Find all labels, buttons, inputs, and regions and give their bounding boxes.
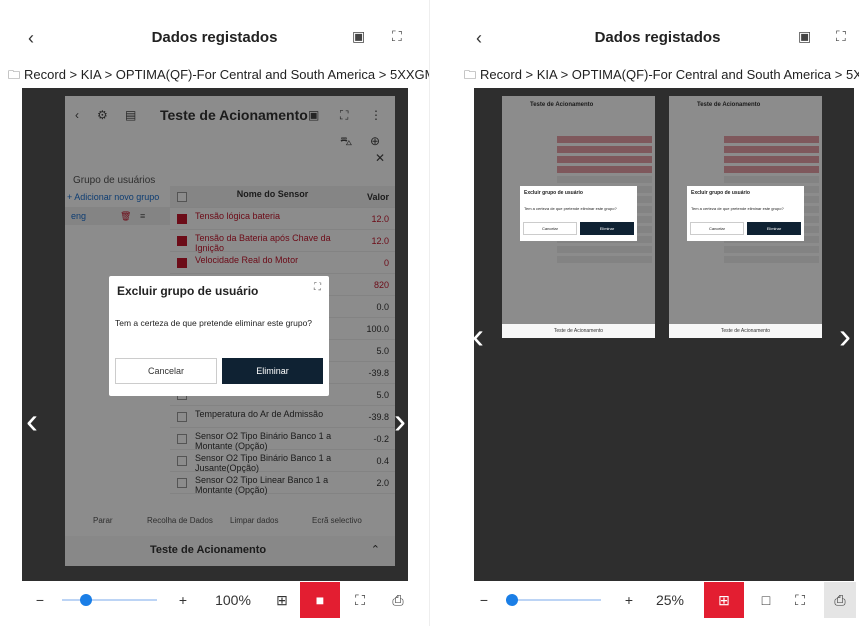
fullscreen-icon[interactable]: ⛶ [836, 28, 846, 45]
zoom-out-button[interactable]: − [474, 582, 494, 618]
thumbnail-footer: Teste de Acionamento [502, 324, 655, 338]
cancel-button[interactable]: Cancelar [115, 358, 217, 384]
image-view-icon[interactable]: ⛶ [786, 582, 814, 618]
thumbnail-cancel: Cancelar [690, 222, 744, 235]
confirm-delete-button[interactable]: Eliminar [222, 358, 323, 384]
breadcrumb: 🗀 Record > KIA > OPTIMA(QF)-For Central a… [456, 62, 859, 88]
report-icon[interactable]: ▣ [352, 28, 365, 45]
preview-stage: ‹ › Teste de Acionamento Excluir grupo d… [472, 88, 854, 581]
next-arrow-icon[interactable]: › [394, 403, 406, 439]
folder-icon: 🗀 [8, 68, 21, 82]
next-arrow-icon[interactable]: › [839, 318, 851, 354]
page-thumbnail-1[interactable]: Teste de Acionamento Excluir grupo de us… [502, 96, 655, 338]
page-preview: ‹ ⚙ ▤ Teste de Acionamento ▣ ⛶ ⋮ ⛍ ⊕ Gru… [65, 96, 395, 566]
thumbnail-dialog-message: Tem a certeza de que pretende eliminar e… [524, 206, 617, 211]
bottom-toolbar: − + 100% ⊞ ■ ⛶ ⎙ [0, 582, 429, 618]
thumbnail-dialog-title: Excluir grupo de usuário [691, 190, 750, 196]
right-panel: ‹ Dados registados ▣ ⛶ 🗀 Record > KIA > O… [456, 0, 859, 626]
zoom-slider[interactable] [62, 599, 157, 601]
zoom-slider-knob[interactable] [506, 594, 518, 606]
zoom-level: 25% [655, 592, 685, 608]
single-view-icon[interactable]: ■ [300, 582, 340, 618]
header: ‹ Dados registados ▣ ⛶ [456, 22, 859, 58]
delete-group-dialog: Excluir grupo de usuário ⛶ Tem a certeza… [109, 276, 329, 396]
grid-view-icon[interactable]: ⊞ [704, 582, 744, 618]
zoom-in-button[interactable]: + [173, 582, 193, 618]
dialog-expand-icon[interactable]: ⛶ [314, 282, 321, 293]
thumbnail-confirm: Eliminar [747, 222, 801, 235]
thumbnail-confirm: Eliminar [580, 222, 634, 235]
zoom-slider[interactable] [506, 599, 601, 601]
zoom-slider-knob[interactable] [80, 594, 92, 606]
fullscreen-icon[interactable]: ⛶ [392, 28, 402, 45]
print-icon[interactable]: ⎙ [384, 582, 412, 618]
breadcrumb-text: Record > KIA > OPTIMA(QF)-For Central an… [24, 67, 429, 82]
prev-arrow-icon[interactable]: ‹ [472, 318, 484, 354]
header: ‹ Dados registados ▣ ⛶ [0, 22, 429, 58]
dialog-title: Excluir grupo de usuário [117, 284, 259, 298]
thumbnail-dialog-title: Excluir grupo de usuário [524, 190, 583, 196]
thumbnail-footer: Teste de Acionamento [669, 324, 822, 338]
prev-arrow-icon[interactable]: ‹ [26, 403, 38, 439]
print-icon[interactable]: ⎙ [824, 582, 856, 618]
page-thumbnail-2[interactable]: Teste de Acionamento Excluir grupo de us… [669, 96, 822, 338]
thumbnail-cancel: Cancelar [523, 222, 577, 235]
folder-icon: 🗀 [464, 68, 477, 82]
preview-stage: ‹ › ‹ ⚙ ▤ Teste de Acionamento ▣ ⛶ ⋮ ⛍ ⊕… [22, 88, 408, 581]
report-icon[interactable]: ▣ [798, 28, 811, 45]
single-view-icon[interactable]: □ [752, 582, 780, 618]
thumbnail-dialog-message: Tem a certeza de que pretende eliminar e… [691, 206, 784, 211]
zoom-in-button[interactable]: + [619, 582, 639, 618]
dialog-message: Tem a certeza de que pretende eliminar e… [115, 318, 313, 328]
image-view-icon[interactable]: ⛶ [346, 582, 374, 618]
zoom-level: 100% [215, 592, 251, 608]
grid-view-icon[interactable]: ⊞ [268, 582, 296, 618]
thumbnail-dialog: Excluir grupo de usuário Tem a certeza d… [687, 186, 804, 241]
thumbnail-dialog: Excluir grupo de usuário Tem a certeza d… [520, 186, 637, 241]
breadcrumb: 🗀 Record > KIA > OPTIMA(QF)-For Central a… [0, 62, 429, 88]
zoom-out-button[interactable]: − [30, 582, 50, 618]
breadcrumb-text: Record > KIA > OPTIMA(QF)-For Central an… [480, 67, 859, 82]
left-panel: ‹ Dados registados ▣ ⛶ 🗀 Record > KIA > O… [0, 0, 430, 626]
bottom-toolbar: − + 25% ⊞ □ ⛶ ⎙ [456, 582, 859, 618]
